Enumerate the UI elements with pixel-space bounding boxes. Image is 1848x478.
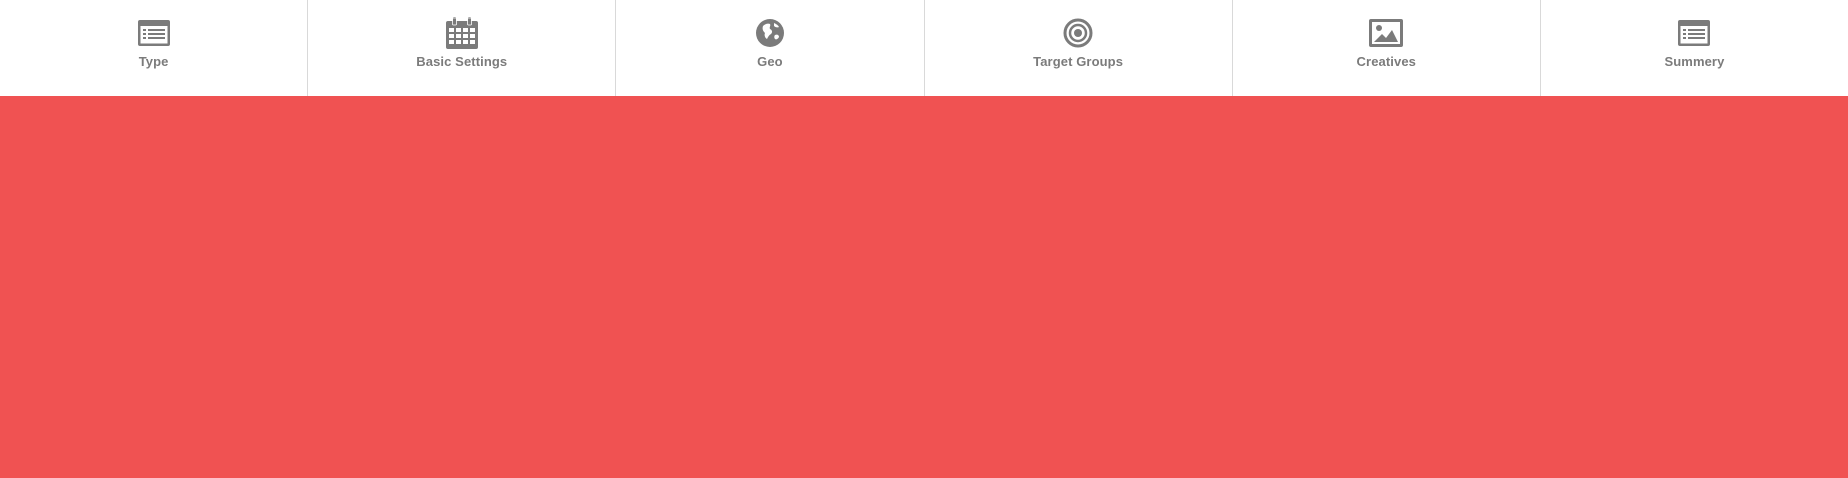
list-card-icon [136, 16, 172, 50]
step-summery[interactable]: Summery [1541, 0, 1848, 96]
wizard-step-nav: Type Basic Settings Geo Target Groups Cr… [0, 0, 1848, 96]
step-creatives[interactable]: Creatives [1233, 0, 1541, 96]
calendar-icon [444, 16, 480, 50]
step-target-groups[interactable]: Target Groups [925, 0, 1233, 96]
step-label: Creatives [1356, 54, 1416, 69]
step-label: Geo [757, 54, 783, 69]
content-panel [0, 96, 1848, 478]
globe-icon [752, 16, 788, 50]
step-type[interactable]: Type [0, 0, 309, 96]
image-icon [1368, 16, 1404, 50]
list-card-icon [1676, 16, 1712, 50]
target-icon [1060, 16, 1096, 50]
step-label: Target Groups [1033, 54, 1124, 69]
step-label: Summery [1664, 54, 1725, 69]
step-basic-settings[interactable]: Basic Settings [308, 0, 617, 96]
step-label: Type [138, 54, 169, 69]
step-geo[interactable]: Geo [616, 0, 925, 96]
step-label: Basic Settings [416, 54, 508, 69]
